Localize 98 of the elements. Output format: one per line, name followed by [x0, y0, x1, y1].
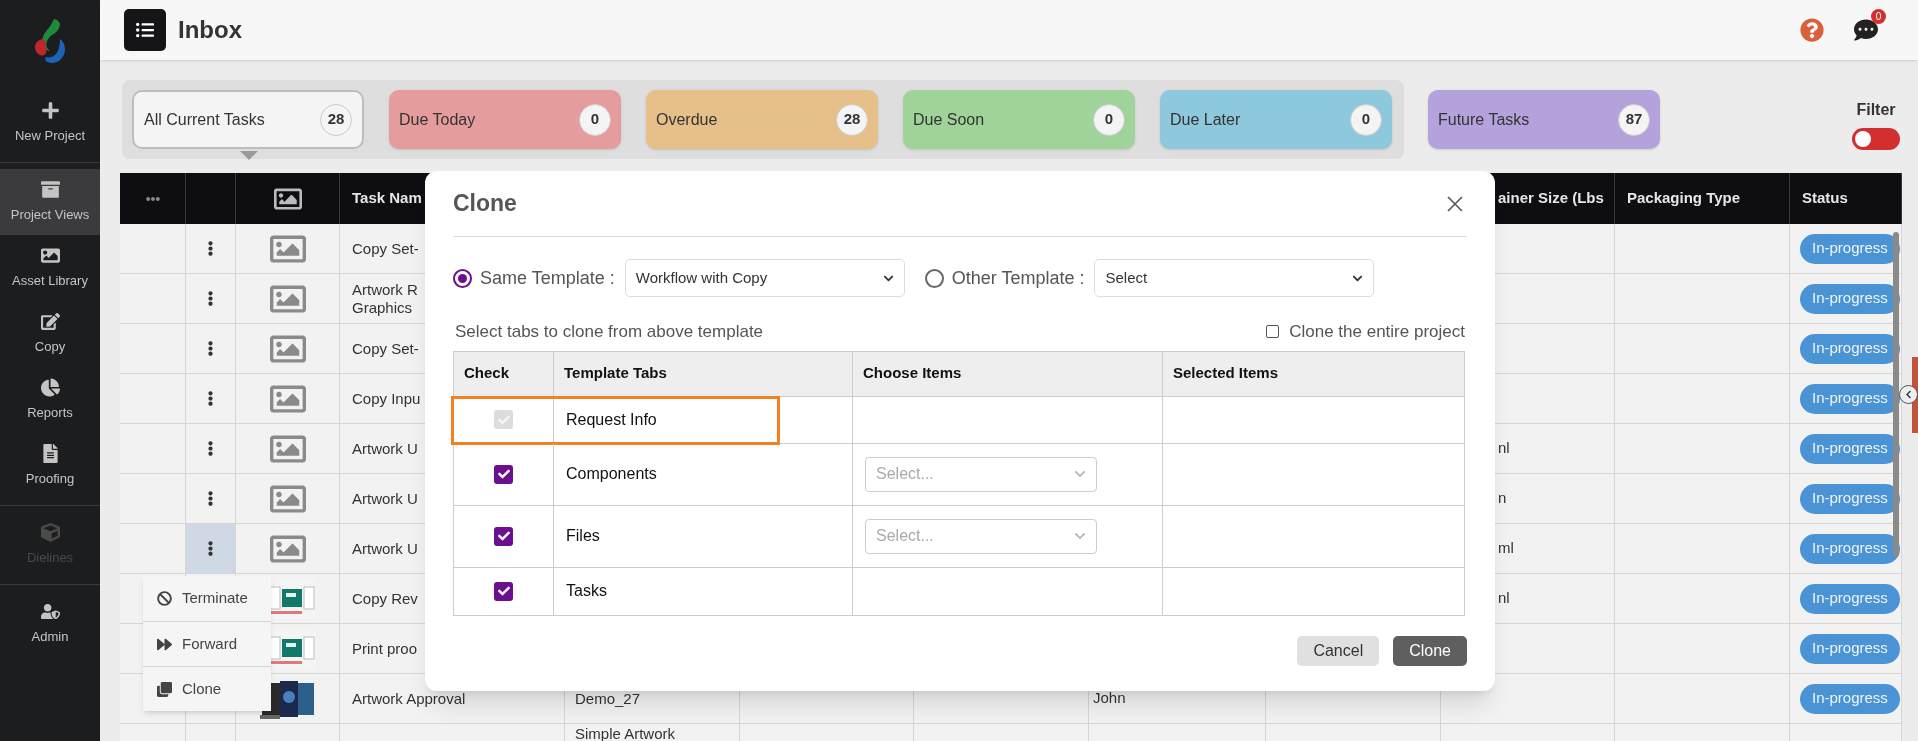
template-select[interactable]: Workflow with Copy — [624, 259, 905, 297]
sidebar-item[interactable]: Copy — [0, 301, 100, 367]
chevron-down-icon — [1074, 530, 1086, 542]
table-cell-text: nl — [1498, 588, 1510, 609]
checkbox[interactable] — [1266, 325, 1280, 339]
checkbox[interactable] — [494, 526, 513, 546]
task-name: Artwork R Graphics — [352, 280, 418, 317]
radio-button[interactable] — [453, 268, 472, 288]
status-badge: In-progress — [1800, 633, 1900, 664]
pie-chart-icon — [40, 377, 60, 397]
close-icon — [1447, 195, 1463, 212]
option-label: Other Template : — [951, 266, 1085, 290]
checkbox-label: Clone the entire project — [1289, 321, 1465, 343]
scrollbar-thumb[interactable] — [1893, 232, 1899, 557]
task-name: Copy Set- — [352, 339, 419, 358]
task-name: Artwork U — [352, 489, 418, 508]
column-header: Status — [1802, 188, 1848, 209]
tab-name: Request Info — [566, 409, 657, 430]
image-icon — [40, 245, 60, 265]
menu-item[interactable]: Clone — [143, 666, 271, 711]
task-name: Artwork U — [352, 439, 418, 458]
sidebar-item[interactable]: Project Views — [0, 169, 100, 235]
chat-icon[interactable] — [1854, 18, 1878, 42]
task-tile[interactable]: Future Tasks 87 — [1428, 90, 1660, 149]
ban-icon — [157, 591, 172, 606]
list-icon — [136, 21, 154, 39]
filter-toggle[interactable] — [1852, 128, 1900, 150]
check-icon — [497, 468, 510, 480]
column-header: Selected Items — [1173, 363, 1279, 384]
cancel-button[interactable]: Cancel — [1297, 635, 1380, 666]
table-cell-text: John — [1093, 688, 1126, 709]
radio-button[interactable] — [924, 268, 944, 288]
plus-icon — [40, 100, 60, 120]
checkbox[interactable] — [494, 581, 513, 601]
help-icon[interactable] — [1800, 18, 1824, 42]
checkbox[interactable] — [494, 464, 513, 484]
column-header: Task Nam — [352, 188, 422, 209]
option-label: Same Template : — [480, 266, 615, 290]
count-badge: 87 — [1618, 103, 1650, 136]
task-tile[interactable]: All Current Tasks 28 — [132, 90, 364, 149]
page-title: Inbox — [178, 15, 242, 45]
sidebar-item[interactable]: Asset Library — [0, 235, 100, 301]
menu-item[interactable]: Forward — [143, 621, 271, 666]
task-name: Copy Set- — [352, 239, 419, 258]
table-cell-text: ml — [1498, 538, 1514, 559]
status-badge: In-progress — [1800, 683, 1900, 714]
count-badge: 28 — [836, 103, 868, 136]
edit-icon — [40, 311, 60, 331]
column-header: Choose Items — [863, 363, 962, 384]
count-badge: 0 — [1350, 103, 1382, 136]
task-name: Artwork Approval — [352, 689, 466, 708]
menu-item[interactable]: Terminate — [143, 576, 271, 621]
sidebar-item[interactable]: Reports — [0, 367, 100, 433]
fast-forward-icon — [157, 636, 172, 652]
sidebar-item[interactable]: Proofing — [0, 433, 100, 499]
menu-cell[interactable] — [186, 524, 236, 573]
table-cell: Demo_27 — [575, 690, 641, 707]
count-badge: 28 — [320, 103, 352, 136]
template-select[interactable]: Select — [1094, 259, 1375, 297]
user-shield-icon — [40, 601, 60, 621]
tab-name: Tasks — [566, 581, 607, 601]
status-badge: In-progress — [1800, 583, 1900, 614]
column-header: ainer Size (Lbs — [1498, 188, 1604, 209]
task-tile[interactable]: Overdue 28 — [646, 90, 878, 149]
sidebar-item[interactable]: Admin — [0, 591, 100, 657]
instruction-text: Select tabs to clone from above template — [455, 321, 764, 343]
cube-icon — [40, 522, 60, 542]
dialog-title: Clone — [453, 189, 517, 219]
sidebar-item[interactable]: New Project — [0, 90, 100, 156]
count-badge: 0 — [579, 103, 611, 136]
chevron-down-icon — [1074, 468, 1086, 480]
clone-button[interactable]: Clone — [1393, 635, 1467, 666]
task-name: Artwork U — [352, 539, 418, 558]
column-header: Template Tabs — [564, 363, 667, 384]
task-tile[interactable]: Due Soon 0 — [903, 90, 1135, 149]
document-icon — [40, 443, 60, 463]
chevron-left-icon — [1904, 390, 1913, 399]
filter-label: Filter — [1856, 100, 1896, 120]
task-tile[interactable]: Due Later 0 — [1160, 90, 1392, 149]
task-tile[interactable]: Due Today 0 — [389, 90, 621, 149]
tab-name: Files — [566, 526, 600, 546]
check-icon — [497, 530, 510, 542]
column-header: Check — [464, 363, 510, 384]
task-name: Copy Rev — [352, 589, 418, 608]
task-name: Copy Inpu — [352, 389, 421, 408]
archive-icon — [40, 179, 60, 199]
check-icon — [497, 413, 510, 426]
tab-name: Components — [566, 464, 657, 484]
notification-badge: 0 — [1871, 9, 1886, 24]
table-cell-text: nl — [1498, 438, 1510, 459]
menu-button[interactable] — [124, 9, 166, 51]
check-icon — [497, 585, 510, 597]
count-badge: 0 — [1093, 103, 1125, 136]
table-cell-text: n — [1498, 488, 1507, 509]
column-header: Packaging Type — [1627, 188, 1741, 209]
clone-icon — [157, 681, 172, 697]
caret-icon — [240, 151, 258, 160]
task-name: Print proo — [352, 639, 418, 658]
